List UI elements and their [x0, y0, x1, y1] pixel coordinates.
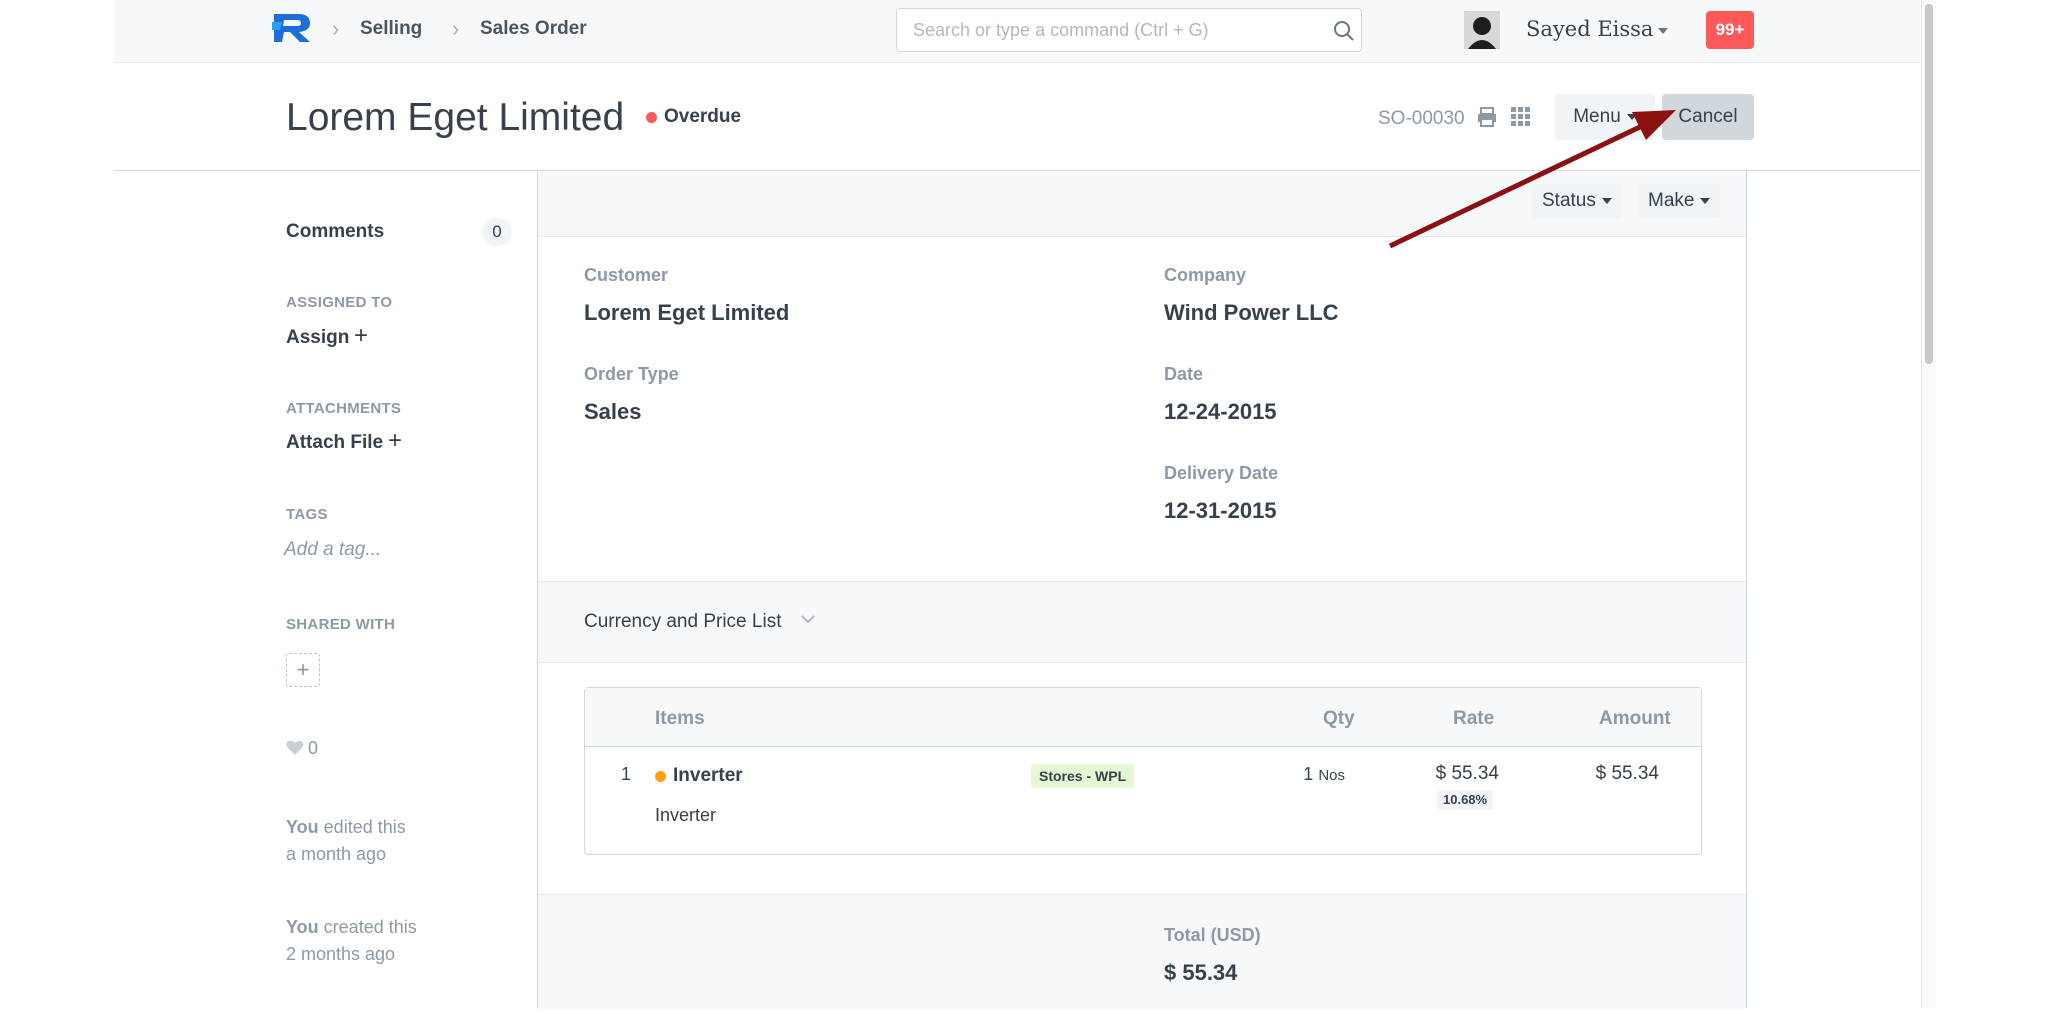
status-dropdown-button[interactable]: Status	[1532, 184, 1622, 218]
assign-plus-icon[interactable]: +	[354, 322, 368, 350]
breadcrumb-sales-order[interactable]: Sales Order	[480, 18, 587, 40]
column-header-qty: Qty	[1323, 708, 1355, 729]
navbar: › Selling › Sales Order Sayed Eissa 99+	[114, 0, 1920, 63]
search-box	[896, 8, 1362, 52]
item-amount: $ 55.34	[1595, 763, 1659, 784]
grid-apps-icon[interactable]	[1510, 106, 1532, 133]
app-logo[interactable]	[272, 10, 314, 44]
notification-count: 99+	[1715, 20, 1745, 39]
item-rate: $ 55.34	[1435, 763, 1499, 784]
activity-user: You	[286, 817, 319, 837]
page-title: Lorem Eget Limited	[286, 96, 625, 139]
print-icon[interactable]	[1476, 106, 1498, 133]
heart-icon[interactable]	[286, 740, 304, 761]
comments-count: 0	[492, 222, 502, 241]
share-add-button[interactable]: +	[286, 653, 320, 687]
form-layout: Status Make Customer Lorem Eget Limited …	[537, 172, 1747, 1009]
menu-caret-icon	[1626, 114, 1637, 120]
status-indicator-dot	[646, 112, 657, 123]
items-table: Items Qty Rate Amount 1 Inverter Inverte…	[584, 687, 1702, 855]
warehouse-badge: Stores - WPL	[1031, 764, 1135, 788]
company-value[interactable]: Wind Power LLC	[1164, 300, 1339, 326]
table-row[interactable]: 1 Inverter Inverter Stores - WPL 1 Nos $…	[585, 746, 1701, 854]
add-tag-input[interactable]: Add a tag...	[284, 539, 381, 561]
page-head: Lorem Eget Limited Overdue SO-00030 Menu…	[114, 62, 1920, 171]
avatar[interactable]	[1464, 11, 1500, 49]
date-label: Date	[1164, 364, 1204, 384]
currency-section-title: Currency and Price List	[584, 611, 782, 632]
qty-value: 1	[1303, 764, 1314, 784]
attach-file-link[interactable]: Attach File	[286, 432, 383, 454]
scrollbar[interactable]	[1921, 0, 1936, 1008]
scrollbar-thumb[interactable]	[1925, 4, 1933, 364]
chevron-down-icon	[800, 612, 816, 630]
item-qty: 1 Nos	[1265, 764, 1345, 785]
order-type-value: Sales	[584, 399, 642, 424]
row-index: 1	[621, 764, 632, 784]
breadcrumb-selling[interactable]: Selling	[360, 18, 422, 40]
cancel-button[interactable]: Cancel	[1662, 94, 1754, 140]
total-label: Total (USD)	[1164, 925, 1261, 945]
comments-label[interactable]: Comments	[286, 221, 384, 243]
doc-id: SO-00030	[1378, 108, 1465, 129]
customer-label: Customer	[584, 265, 669, 285]
activity-time: a month ago	[286, 844, 387, 864]
assign-link[interactable]: Assign	[286, 327, 349, 349]
tags-heading: TAGS	[286, 506, 328, 523]
user-name[interactable]: Sayed Eissa	[1526, 17, 1653, 41]
status-badge: Overdue	[664, 106, 742, 127]
activity-action: created this	[318, 917, 417, 937]
item-indicator-dot	[655, 771, 666, 782]
qty-uom: Nos	[1318, 767, 1345, 784]
totals-section: Total (USD) $ 55.34	[538, 894, 1746, 1009]
make-caret-icon	[1700, 198, 1711, 204]
status-caret-icon	[1601, 198, 1612, 204]
delivery-date-value: 12-31-2015	[1164, 498, 1277, 523]
make-dropdown-label: Make	[1648, 190, 1695, 211]
customer-value[interactable]: Lorem Eget Limited	[584, 300, 789, 326]
activity-edited: You edited this a month ago	[286, 814, 406, 868]
notification-badge[interactable]: 99+	[1706, 11, 1754, 49]
date-value: 12-24-2015	[1164, 399, 1277, 424]
breadcrumb-chevron-icon: ›	[452, 16, 460, 41]
user-menu-caret-icon[interactable]	[1658, 28, 1668, 34]
menu-button[interactable]: Menu	[1555, 94, 1655, 140]
delivery-date-label: Delivery Date	[1164, 463, 1279, 483]
discount-badge: 10.68%	[1437, 790, 1494, 810]
company-label: Company	[1164, 265, 1247, 285]
activity-action: edited this	[318, 817, 406, 837]
activity-time: 2 months ago	[286, 944, 396, 964]
make-dropdown-button[interactable]: Make	[1638, 184, 1721, 218]
item-code[interactable]: Inverter	[673, 765, 743, 787]
page: › Selling › Sales Order Sayed Eissa 99+ …	[114, 0, 1920, 1009]
column-header-amount: Amount	[1599, 708, 1671, 729]
currency-section-header[interactable]: Currency and Price List	[538, 581, 1746, 663]
item-name: Inverter	[655, 805, 717, 825]
form-toolbar: Status Make	[538, 172, 1746, 237]
search-icon[interactable]	[1333, 20, 1355, 47]
activity-user: You	[286, 917, 319, 937]
column-header-items: Items	[655, 708, 705, 729]
total-value: $ 55.34	[1164, 960, 1238, 985]
likes-count: 0	[308, 738, 319, 758]
status-dropdown-label: Status	[1542, 190, 1596, 211]
activity-created: You created this 2 months ago	[286, 914, 417, 968]
column-header-rate: Rate	[1453, 708, 1495, 729]
items-table-header: Items Qty Rate Amount	[585, 688, 1701, 747]
breadcrumb-chevron-icon: ›	[332, 16, 340, 41]
search-input[interactable]	[911, 19, 1315, 42]
menu-button-label: Menu	[1573, 106, 1621, 127]
order-type-label: Order Type	[584, 364, 679, 384]
comments-count-badge: 0	[482, 218, 512, 246]
shared-with-heading: SHARED WITH	[286, 616, 396, 633]
cancel-button-label: Cancel	[1678, 106, 1738, 127]
attachments-heading: ATTACHMENTS	[286, 400, 402, 417]
attach-plus-icon[interactable]: +	[388, 427, 402, 455]
assigned-to-heading: ASSIGNED TO	[286, 294, 393, 311]
